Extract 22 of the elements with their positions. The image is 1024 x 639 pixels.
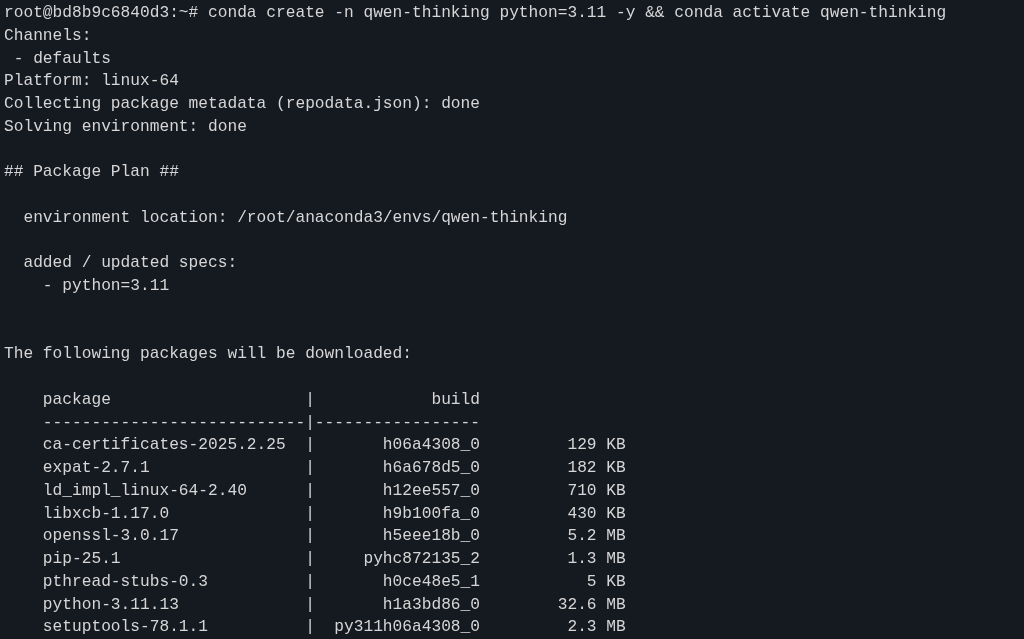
terminal-line: The following packages will be downloaded: <box>4 345 412 364</box>
terminal-line: environment location: /root/anaconda3/envs/qwen-thinking <box>22 208 568 227</box>
terminal-line: setuptools-78.1.1 | py311h06a4308_0 2.3 MB <box>41 618 626 637</box>
terminal-line: libxcb-1.17.0 | h9b100fa_0 430 KB <box>41 504 626 523</box>
terminal-line: - python=3.11 <box>41 277 170 295</box>
terminal-line: python-3.11.13 | h1a3bd86_0 32.6 MB <box>41 595 626 614</box>
terminal-line: Collecting package metadata (repodata.json): done <box>4 95 480 113</box>
terminal-line: Platform: linux-64 <box>4 72 179 91</box>
terminal-line: ---------------------------|----------------- <box>41 413 480 432</box>
terminal-line: - defaults <box>12 49 111 68</box>
terminal-line: Solving environment: done <box>4 117 247 136</box>
terminal-line: Channels: <box>4 26 92 45</box>
terminal-line: pthread-stubs-0.3 | h0ce48e5_1 5 KB <box>41 572 626 591</box>
terminal-line: openssl-3.0.17 | h5eee18b_0 5.2 MB <box>41 527 626 546</box>
terminal-line: pip-25.1 | pyhc872135_2 1.3 MB <box>41 550 626 568</box>
terminal-line: ld_impl_linux-64-2.40 | h12ee557_0 710 KB <box>41 481 626 500</box>
terminal-line: ## Package Plan ## <box>4 163 179 182</box>
terminal-line: ca-certificates-2025.2.25 | h06a4308_0 129 KB <box>41 436 626 455</box>
terminal-line: root@bd8b9c6840d3:~# conda create -n qwen-thinking python=3.11 -y && conda activate qwen-thinking <box>4 4 947 22</box>
terminal-line: added / updated specs: <box>22 254 238 273</box>
terminal-line: package | build <box>41 390 480 409</box>
terminal-line: expat-2.7.1 | h6a678d5_0 182 KB <box>41 459 626 477</box>
